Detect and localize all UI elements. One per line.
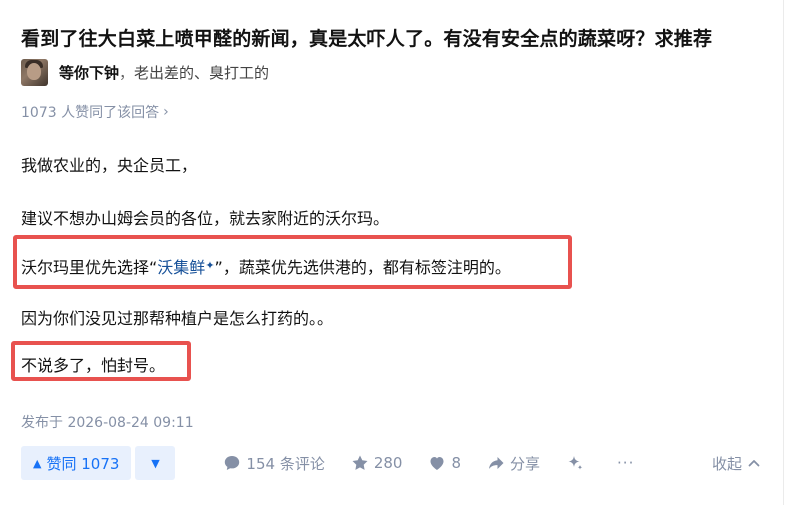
- triangle-up-icon: ▲: [33, 456, 42, 470]
- sparkle-icon: [568, 456, 583, 470]
- right-border: [783, 0, 784, 505]
- publish-time[interactable]: 发布于 2026-08-24 09:11: [21, 412, 194, 432]
- favorite-button[interactable]: 280: [351, 454, 403, 472]
- answer-paragraph-4: 因为你们没见过那帮种植户是怎么打药的。。: [21, 309, 334, 328]
- upvote-button[interactable]: ▲ 赞同 1073: [21, 446, 132, 480]
- author-avatar[interactable]: [21, 58, 48, 86]
- author-name[interactable]: 等你下钟: [59, 62, 119, 83]
- highlight-box: [13, 235, 572, 289]
- comment-count: 154 条评论: [246, 454, 325, 473]
- answer-card: 看到了往大白菜上喷甲醛的新闻，真是太吓人了。有没有安全点的蔬菜呀？求推荐 等你下…: [0, 0, 786, 505]
- ai-sparkle-button[interactable]: [566, 454, 589, 472]
- voters-count-text: 1073 人赞同了该回答: [21, 105, 160, 121]
- chevron-right-icon: ›: [163, 104, 169, 120]
- comment-icon: [225, 456, 240, 470]
- author-bio: 老出差的、臭打工的: [134, 63, 270, 82]
- collapse-button[interactable]: 收起: [712, 453, 761, 474]
- author-info: 等你下钟 ， 老出差的、臭打工的: [21, 58, 269, 86]
- chevron-up-icon: [748, 460, 760, 467]
- answer-paragraph-1: 我做农业的，央企员工，: [21, 156, 198, 175]
- highlight-box: [11, 341, 191, 381]
- downvote-button[interactable]: ▼: [135, 446, 176, 480]
- share-label: 分享: [510, 454, 541, 473]
- like-button[interactable]: 8: [428, 454, 461, 472]
- question-title[interactable]: 看到了往大白菜上喷甲醛的新闻，真是太吓人了。有没有安全点的蔬菜呀？求推荐: [21, 24, 712, 51]
- author-separator: ，: [119, 63, 135, 82]
- share-button[interactable]: 分享: [487, 453, 540, 474]
- heart-icon: [430, 457, 444, 470]
- comment-button[interactable]: 154 条评论: [223, 453, 325, 474]
- like-count: 8: [451, 454, 462, 472]
- answer-paragraph-2: 建议不想办山姆会员的各位，就去家附近的沃尔玛。: [21, 209, 390, 228]
- star-icon: [352, 455, 368, 470]
- triangle-down-icon: ▼: [151, 456, 160, 470]
- collapse-label: 收起: [711, 454, 742, 473]
- more-options-button[interactable]: ···: [617, 454, 634, 472]
- share-icon: [489, 457, 504, 469]
- action-bar: ▲ 赞同 1073 ▼ 154 条评论 280 8 分享 ··· 收起: [21, 445, 771, 481]
- favorite-count: 280: [373, 454, 403, 472]
- voters-link[interactable]: 1073 人赞同了该回答 ›: [21, 102, 169, 122]
- upvote-label: 赞同 1073: [46, 454, 120, 473]
